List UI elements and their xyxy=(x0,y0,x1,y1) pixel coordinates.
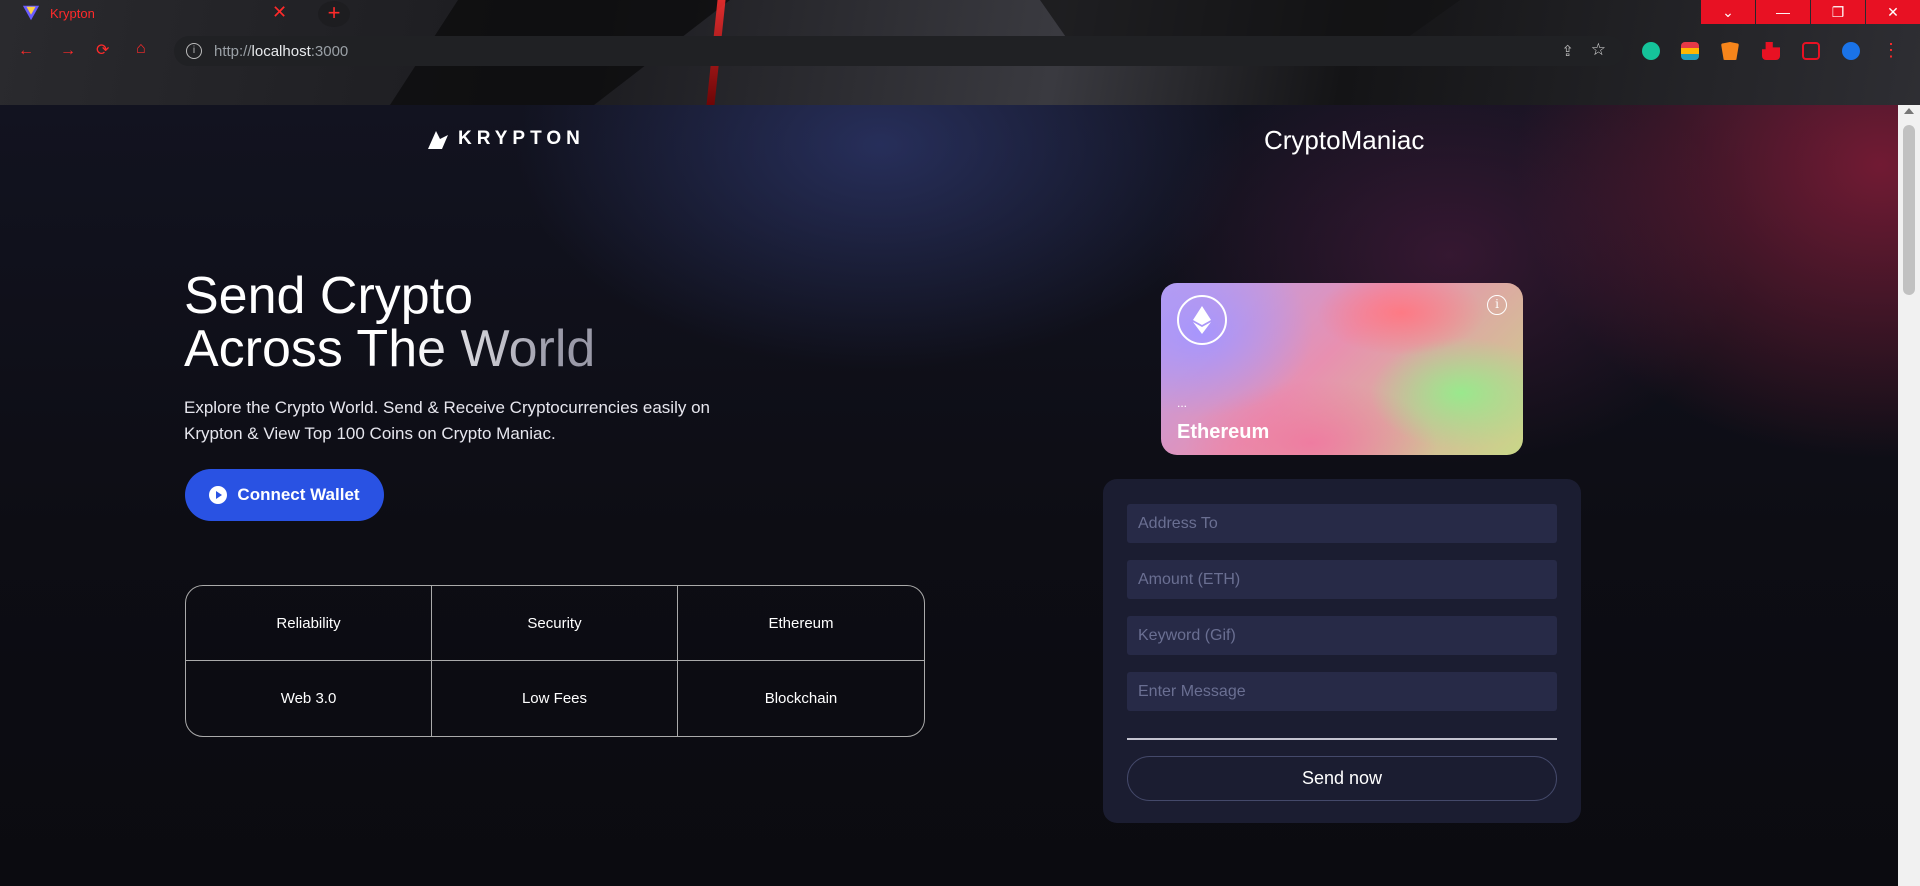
krypton-favicon-icon xyxy=(22,5,40,21)
window-close-icon[interactable]: ✕ xyxy=(1866,0,1920,24)
puzzle-icon[interactable] xyxy=(1762,42,1780,60)
ethereum-card: i ... Ethereum xyxy=(1161,283,1523,455)
browser-tab[interactable]: Krypton xyxy=(10,0,310,26)
page-scrollbar[interactable] xyxy=(1898,105,1920,886)
feature-low-fees: Low Fees xyxy=(432,661,678,736)
card-network-name: Ethereum xyxy=(1177,421,1270,443)
grammarly-icon[interactable] xyxy=(1642,42,1660,60)
krypton-logo-icon xyxy=(428,131,448,149)
tab-title: Krypton xyxy=(50,5,95,21)
hero-title-line1: Send Crypto xyxy=(184,267,474,325)
cryptomaniac-link[interactable]: CryptoManiac xyxy=(1264,125,1424,156)
sidebar-icon[interactable] xyxy=(1802,42,1820,60)
browser-menu-icon[interactable]: ⋮ xyxy=(1882,40,1900,61)
metamask-icon[interactable] xyxy=(1721,42,1739,60)
close-tab-icon[interactable]: ✕ xyxy=(272,2,287,23)
site-info-icon[interactable]: i xyxy=(186,43,202,59)
message-input[interactable] xyxy=(1127,672,1557,711)
send-now-button[interactable]: Send now xyxy=(1127,756,1557,801)
window-controls: ⌄ — ❐ ✕ xyxy=(1700,0,1920,24)
connect-wallet-button[interactable]: Connect Wallet xyxy=(185,469,384,521)
colorful-app-icon[interactable] xyxy=(1681,42,1699,60)
feature-reliability: Reliability xyxy=(186,586,432,661)
feature-security: Security xyxy=(432,586,678,661)
form-divider xyxy=(1127,738,1557,740)
bookmark-star-icon[interactable]: ☆ xyxy=(1591,40,1606,60)
profile-avatar-icon[interactable] xyxy=(1842,42,1860,60)
back-icon[interactable]: ← xyxy=(18,42,34,60)
hero-subtitle: Explore the Crypto World. Send & Receive… xyxy=(184,398,710,443)
chevron-down-icon[interactable]: ⌄ xyxy=(1701,0,1755,24)
scroll-up-arrow-icon[interactable] xyxy=(1904,108,1914,114)
features-grid: Reliability Security Ethereum Web 3.0 Lo… xyxy=(185,585,925,737)
hero-title: Send Crypto Across The World xyxy=(184,270,595,376)
feature-blockchain: Blockchain xyxy=(764,690,838,707)
info-icon[interactable]: i xyxy=(1487,295,1507,315)
minimize-icon[interactable]: — xyxy=(1756,0,1810,24)
reload-icon[interactable]: ⟳ xyxy=(96,40,109,60)
address-to-input[interactable] xyxy=(1127,504,1557,543)
krypton-logo[interactable]: KRYPTON xyxy=(426,127,585,151)
browser-chrome: Krypton ✕ + ⌄ — ❐ ✕ ← → ⟳ ⌂ i http://loc… xyxy=(0,0,1920,105)
url-text: http://localhost:3000 xyxy=(214,42,349,60)
ethereum-icon xyxy=(1177,295,1227,345)
amount-input[interactable] xyxy=(1127,560,1557,599)
home-icon[interactable]: ⌂ xyxy=(136,40,146,58)
send-form: Send now xyxy=(1103,479,1581,823)
address-bar[interactable]: i http://localhost:3000 ⇪ ☆ xyxy=(174,36,1624,66)
play-icon xyxy=(209,486,228,504)
new-tab-button[interactable]: + xyxy=(318,1,350,27)
logo-text: KRYPTON xyxy=(458,128,585,149)
share-icon[interactable]: ⇪ xyxy=(1561,42,1574,60)
page-background: KRYPTON CryptoManiac Send Crypto Across … xyxy=(0,105,1898,886)
feature-web3: Web 3.0 xyxy=(186,661,432,736)
feature-ethereum: Ethereum xyxy=(678,586,924,661)
keyword-input[interactable] xyxy=(1127,616,1557,655)
connect-wallet-label: Connect Wallet xyxy=(237,485,360,504)
restore-icon[interactable]: ❐ xyxy=(1811,0,1865,24)
card-address: ... xyxy=(1177,396,1188,410)
forward-icon[interactable]: → xyxy=(60,42,76,60)
scrollbar-thumb[interactable] xyxy=(1903,125,1915,295)
hero-title-line2: Across The World xyxy=(184,320,596,378)
